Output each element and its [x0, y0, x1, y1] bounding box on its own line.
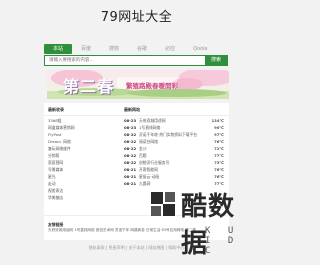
friend-link[interactable]: 灵诺千年 [115, 228, 129, 232]
tab-qoole[interactable]: Qoole [184, 44, 217, 54]
divider [44, 115, 229, 116]
left-item[interactable]: 复玩网络维件 [48, 146, 71, 152]
watermark: 酷数据 K U I D C [145, 186, 255, 259]
item-count: 134℃ [211, 118, 224, 123]
right-item[interactable]: 开客智能网 [139, 167, 158, 173]
right-item[interactable]: 天府双城用途网 [139, 118, 166, 124]
search-button[interactable]: 搜索 [205, 56, 227, 65]
item-count: 76℃ [214, 139, 224, 144]
item-count: 76℃ [214, 167, 224, 172]
left-item[interactable]: 分销帮 [48, 153, 59, 159]
item-count: 75℃ [214, 160, 224, 165]
site-title: 79网址大全 [100, 10, 173, 25]
tab-sogou[interactable]: 搜狗 [100, 44, 128, 54]
left-item[interactable]: 3366链 [48, 118, 61, 124]
friend-link[interactable]: 1号直线网络 [74, 228, 94, 232]
friend-link[interactable]: 网路新游 [130, 228, 144, 232]
left-item[interactable]: FlyPost [48, 132, 61, 137]
left-item[interactable]: Dream. 网络 [48, 139, 71, 145]
left-item[interactable]: 星光 [48, 174, 56, 180]
item-date: 08-21 [124, 167, 137, 172]
footer-link-disclaimer[interactable]: 免责声明 [109, 245, 125, 250]
left-item[interactable]: 网盒媒体营销网 [48, 125, 75, 131]
right-item[interactable]: 阅读台网络 [139, 139, 158, 145]
item-date: 08-22 [124, 160, 137, 165]
item-date: 08-22 [124, 153, 137, 158]
left-item[interactable]: 视差表达 [48, 188, 63, 194]
right-item[interactable]: 1号直线网络 [139, 125, 160, 131]
right-item[interactable]: 百题 [139, 153, 147, 159]
left-item[interactable]: 华美基店 [48, 195, 63, 201]
item-date: 08-21 [124, 174, 137, 179]
item-date: 08-22 [124, 132, 137, 137]
search-input[interactable] [45, 56, 205, 65]
item-date: 08-22 [124, 139, 137, 144]
right-column-header: 最新网站 [124, 107, 140, 112]
item-count: 90℃ [214, 125, 224, 130]
tab-bing[interactable]: 必应 [156, 44, 184, 54]
right-item[interactable]: 灵诺千年收·热门实物资料下载平台 [139, 132, 197, 138]
footer-link-sitemap[interactable]: 网站地图 [148, 245, 164, 250]
watermark-latin: K U I D C [205, 226, 240, 256]
footer-link-about[interactable]: 关于本站 [129, 245, 145, 250]
banner-title: 第二春 [63, 77, 115, 96]
banner-ad[interactable]: 第二春 繁殖路殿春暖開彩 [47, 70, 229, 99]
item-date: 08-23 [124, 118, 137, 123]
item-date: 08-21 [124, 181, 137, 186]
right-item[interactable]: 创想灵行业服务号 [139, 160, 169, 166]
item-date: 08-22 [124, 146, 137, 151]
tab-site[interactable]: 本站 [44, 44, 73, 54]
left-item[interactable]: 走动 [48, 181, 56, 187]
friend-link[interactable]: 首芭艺术网 [96, 228, 114, 232]
right-item[interactable]: 星辰云·动画 [139, 174, 159, 180]
item-count: 72℃ [214, 146, 224, 151]
right-item[interactable]: 金沙 [139, 146, 147, 152]
left-item[interactable]: 家庭营网 [48, 160, 63, 166]
friend-link[interactable]: 天府双城用途网 [48, 228, 73, 232]
item-date: 08-23 [124, 125, 137, 130]
footer-link-privacy[interactable]: 隐私条款 [89, 245, 105, 250]
tab-baidu[interactable]: 百度 [72, 44, 100, 54]
banner-headline: 繁殖路殿春暖開彩 [126, 82, 178, 90]
left-column-header: 最新收录 [48, 107, 64, 112]
search-bar: 搜索 [44, 55, 228, 66]
item-count: 77℃ [214, 153, 224, 158]
item-count: 76℃ [214, 174, 224, 179]
left-item[interactable]: 号景媒体 [48, 167, 63, 173]
item-count: 97℃ [214, 132, 224, 137]
search-engine-tabs: 本站 百度 搜狗 谷歌 必应 Qoole [44, 44, 217, 54]
tab-google[interactable]: 谷歌 [128, 44, 156, 54]
watermark-logo-icon [151, 192, 175, 216]
